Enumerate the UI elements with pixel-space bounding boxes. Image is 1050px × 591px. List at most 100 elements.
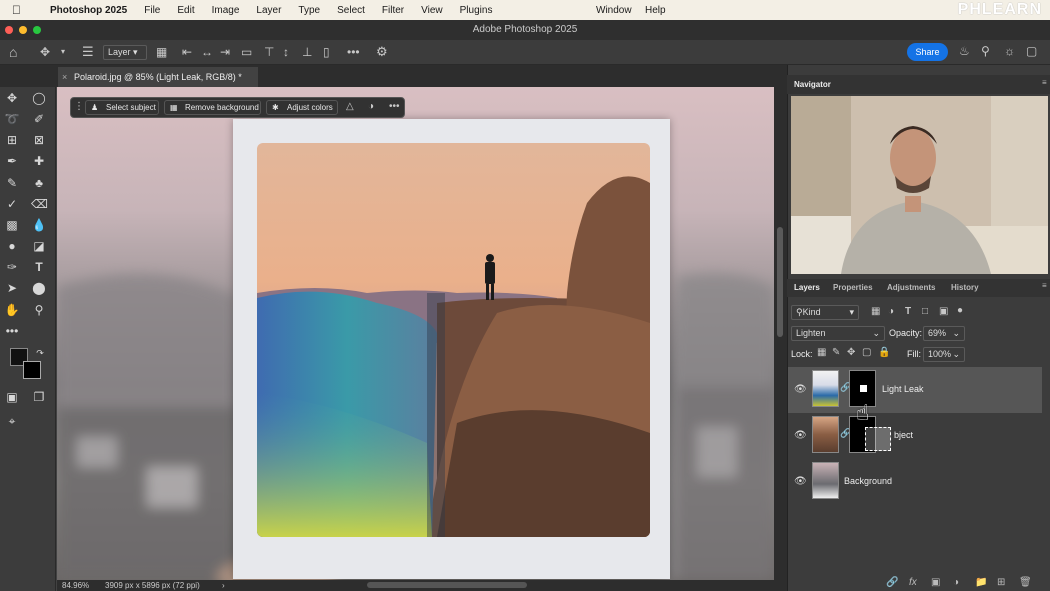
auto-select-dropdown[interactable]: Layer ▾ [103,45,147,60]
filter-type-icon[interactable]: T [905,307,911,317]
bell-icon[interactable]: ♨ [959,45,970,57]
align-top-icon[interactable]: ⊤ [264,46,274,58]
pen-tool-icon[interactable]: ✑ [4,259,20,275]
vertical-scrollbar[interactable] [774,87,787,580]
eye-icon[interactable]: 👁 [794,384,807,395]
menu-type[interactable]: Type [298,5,320,16]
trash-icon[interactable]: 🗑 [1019,577,1032,588]
more-options-icon[interactable]: ••• [347,46,360,58]
tab-properties[interactable]: Properties [833,283,873,292]
apple-icon[interactable]:  [12,3,21,17]
layer-name-light-leak[interactable]: Light Leak [882,384,924,394]
filter-adjustment-icon[interactable]: ◑ [888,307,894,317]
type-tool-icon[interactable]: T [31,259,47,275]
adjustment-layer-icon[interactable]: ◑ [953,577,959,588]
filter-shape-icon[interactable]: □ [922,307,928,317]
tab-layers[interactable]: Layers [794,283,820,292]
align-bottom-icon[interactable]: ⊥ [302,46,312,58]
mask-icon[interactable]: ◑ [368,102,374,112]
menu-layer[interactable]: Layer [256,5,281,16]
remove-background-button[interactable]: ▦ Remove background [164,100,261,115]
opacity-field[interactable]: 69% ⌄ [923,326,965,341]
swap-colors-icon[interactable]: ↷ [32,345,48,361]
menu-image[interactable]: Image [212,5,240,16]
panel-menu-icon[interactable]: ≡ [1042,78,1047,87]
screen-mode-icon[interactable]: ❐ [31,389,47,405]
marquee-tool-icon[interactable]: ◯ [31,90,47,106]
distribute-vertical-icon[interactable]: ▯ [323,46,330,58]
horizontal-scroll-thumb[interactable] [367,582,527,588]
ellipse-tool-icon[interactable]: ⬤ [31,280,47,296]
menu-edit[interactable]: Edit [177,5,194,16]
menu-file[interactable]: File [144,5,160,16]
fill-field[interactable]: 100% ⌄ [923,347,965,362]
select-subject-button[interactable]: ♟ Select subject [85,100,159,115]
more-options-icon[interactable]: ••• [389,102,400,112]
new-layer-icon[interactable]: ⊞ [997,577,1005,588]
quick-mask-icon[interactable]: ▣ [4,389,20,405]
lock-image-icon[interactable]: ✎ [832,348,840,358]
document-tab[interactable]: × Polaroid.jpg @ 85% (Light Leak, RGB/8)… [58,67,258,87]
status-arrow-icon[interactable]: › [222,580,225,591]
layer-name-background[interactable]: Background [844,476,892,486]
lightbulb-icon[interactable]: ☼ [1004,45,1015,57]
transform-controls-icon[interactable]: ▦ [156,46,167,58]
healing-brush-icon[interactable]: ✚ [31,153,47,169]
frame-tool-icon[interactable]: ⊠ [31,132,47,148]
drag-handle-icon[interactable]: ⋮ [74,102,84,112]
tab-navigator[interactable]: Navigator [794,80,831,89]
layers-stack-icon[interactable]: ☰ [82,45,94,58]
history-brush-icon[interactable]: ✓ [4,196,20,212]
transform-icon[interactable]: △ [346,102,354,112]
menu-window[interactable]: Window [596,5,632,16]
search-icon[interactable]: ⚲ [981,45,990,57]
zoom-level[interactable]: 84.96% [62,580,89,591]
blend-mode-dropdown[interactable]: Lighten ⌄ [791,326,885,341]
move-tool-icon[interactable]: ✥ [4,90,20,106]
lock-transparent-icon[interactable]: ▦ [817,348,826,358]
tab-adjustments[interactable]: Adjustments [887,283,935,292]
edit-toolbar-icon[interactable]: ⌖ [4,413,20,429]
stamp-tool-icon[interactable]: ♣ [31,175,47,191]
menu-plugins[interactable]: Plugins [460,5,493,16]
gear-icon[interactable]: ⚙ [376,45,388,58]
align-middle-icon[interactable]: ↕ [283,46,289,58]
navigator-preview[interactable] [791,96,1048,274]
menu-view[interactable]: View [421,5,443,16]
paint-bucket-icon[interactable]: ◪ [31,238,47,254]
lock-artboard-icon[interactable]: ▢ [862,348,871,358]
menu-select[interactable]: Select [337,5,365,16]
align-center-icon[interactable]: ↔ [201,46,213,58]
align-right-icon[interactable]: ⇥ [220,46,230,58]
vertical-scroll-thumb[interactable] [777,227,783,337]
zoom-window-button[interactable] [33,26,41,34]
align-left-icon[interactable]: ⇤ [182,46,192,58]
brush-tool-icon[interactable]: ✎ [4,175,20,191]
blur-tool-icon[interactable]: 💧 [31,217,47,233]
menu-filter[interactable]: Filter [382,5,404,16]
zoom-tool-icon[interactable]: ⚲ [31,302,47,318]
minimize-window-button[interactable] [19,26,27,34]
object-selection-icon[interactable]: ✐ [31,111,47,127]
lasso-tool-icon[interactable]: ➰ [4,111,20,127]
layer-name-subject[interactable]: bject [894,430,913,440]
path-selection-icon[interactable]: ➤ [4,280,20,296]
close-tab-icon[interactable]: × [62,67,67,87]
eraser-icon[interactable]: ⌫ [31,196,48,212]
home-icon[interactable]: ⌂ [9,45,17,59]
menu-app-name[interactable]: Photoshop 2025 [50,5,127,16]
eye-icon[interactable]: 👁 [794,476,807,487]
filter-smart-object-icon[interactable]: ▣ [939,307,948,317]
move-tool-icon[interactable]: ✥ [40,46,50,58]
more-tools-icon[interactable]: ••• [4,323,20,339]
lock-position-icon[interactable]: ✥ [847,348,855,358]
close-window-button[interactable] [5,26,13,34]
background-color-swatch[interactable] [23,361,41,379]
eyedropper-icon[interactable]: ✒ [4,153,20,169]
filter-toggle-icon[interactable]: ● [957,306,963,316]
crop-tool-icon[interactable]: ⊞ [4,132,20,148]
filter-pixel-icon[interactable]: ▦ [871,307,880,317]
tab-history[interactable]: History [951,283,979,292]
layer-filter-dropdown[interactable]: ⚲Kind ▾ [791,305,859,320]
chevron-down-icon[interactable]: ▾ [61,48,65,56]
